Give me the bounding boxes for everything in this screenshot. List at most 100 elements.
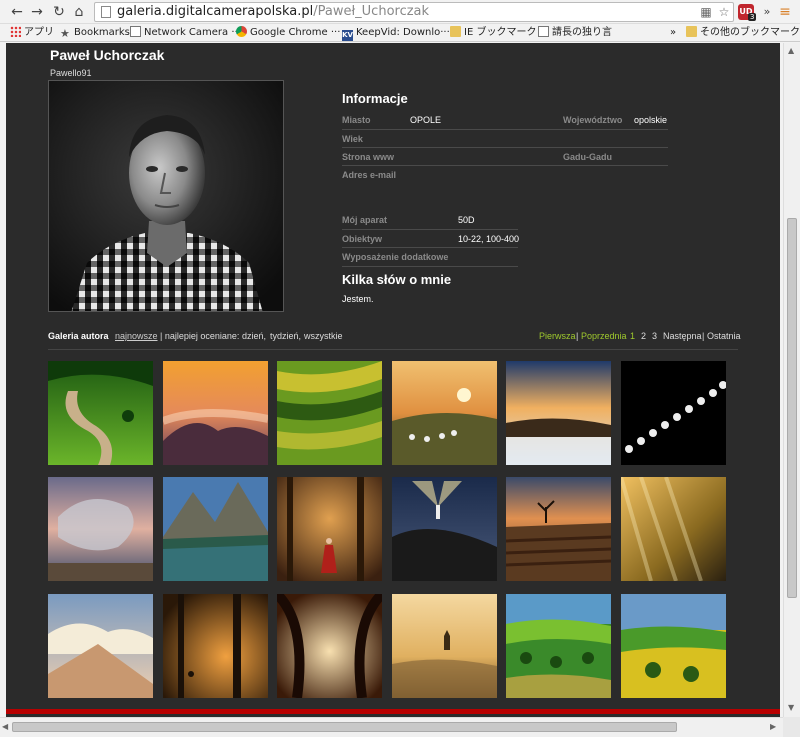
- author-name: Paweł Uchorczak: [50, 47, 165, 63]
- about-text: Jestem.: [342, 294, 374, 304]
- scroll-up-icon[interactable]: ▲: [788, 46, 794, 56]
- gallery-thumbnail[interactable]: [277, 594, 382, 698]
- camera-label: Mój aparat: [342, 215, 388, 225]
- star-icon[interactable]: ☆: [717, 5, 731, 19]
- bookmark-ie-folder[interactable]: IE ブックマーク: [450, 25, 536, 41]
- footer-bar: [6, 709, 780, 714]
- vertical-scrollbar[interactable]: ▲ ▼: [783, 43, 800, 717]
- website-label: Strona www: [342, 152, 395, 162]
- bookmark-apps[interactable]: アプリ: [10, 25, 54, 41]
- gear-divider: [342, 247, 518, 248]
- camera-value: 50D: [458, 215, 475, 225]
- gallery-thumbnail[interactable]: [163, 477, 268, 581]
- lens-value: 10-22, 100-400: [458, 234, 520, 244]
- info-divider: [342, 165, 668, 166]
- gallery-divider: [48, 349, 738, 350]
- menu-icon[interactable]: ≡: [776, 3, 794, 21]
- vertical-scroll-thumb[interactable]: [787, 218, 797, 598]
- page-prev-link[interactable]: Poprzednia: [581, 331, 627, 341]
- folder-icon: [686, 26, 697, 37]
- gallery-thumbnail[interactable]: [506, 361, 611, 465]
- address-bar[interactable]: galeria.digitalcamerapolska.pl/Paweł_Uch…: [94, 2, 734, 22]
- horizontal-scroll-thumb[interactable]: [12, 722, 677, 732]
- info-heading: Informacje: [342, 91, 408, 106]
- extension-badge: 3: [748, 13, 757, 21]
- bookmark-network-camera[interactable]: Network Camera ···: [130, 25, 241, 41]
- sort-day-link[interactable]: dzień,: [242, 331, 266, 341]
- gallery-thumbnail[interactable]: [48, 361, 153, 465]
- other-bookmarks[interactable]: その他のブックマーク: [686, 25, 800, 41]
- age-label: Wiek: [342, 134, 363, 144]
- sort-all-link[interactable]: wszystkie: [304, 331, 343, 341]
- gallery-thumbnail[interactable]: [48, 477, 153, 581]
- city-value: OPOLE: [410, 115, 442, 125]
- chrome-icon: [236, 26, 247, 37]
- bookmark-bookmarks[interactable]: ★ Bookmarks: [60, 25, 130, 41]
- page-viewport: Paweł Uchorczak Pawello91 Informacje Mia…: [0, 43, 783, 717]
- translate-icon[interactable]: ▦: [699, 5, 713, 19]
- gallery-thumbnail[interactable]: [392, 477, 497, 581]
- url-text[interactable]: galeria.digitalcamerapolska.pl/Paweł_Uch…: [117, 4, 429, 20]
- gallery-thumbnail[interactable]: [392, 361, 497, 465]
- gallery-thumbnail[interactable]: [163, 361, 268, 465]
- gallery-thumbnail[interactable]: [163, 594, 268, 698]
- info-divider: [342, 129, 668, 130]
- page-icon: [101, 6, 111, 18]
- bookmarks-bar: アプリ ★ Bookmarks Network Camera ··· Google…: [0, 24, 800, 42]
- gallery-thumbnail[interactable]: [621, 361, 726, 465]
- sort-week-link[interactable]: tydzień,: [270, 331, 301, 341]
- gear-divider: [342, 266, 518, 267]
- sort-newest-link[interactable]: najnowsze: [115, 331, 158, 341]
- scroll-down-icon[interactable]: ▼: [788, 703, 794, 713]
- bookmark-blog[interactable]: 請長の独り言: [538, 25, 612, 41]
- back-icon[interactable]: ←: [8, 3, 26, 21]
- extensions-overflow-icon[interactable]: »: [758, 3, 776, 21]
- lens-label: Obiektyw: [342, 234, 383, 244]
- browser-toolbar: ← → ↻ ⌂ galeria.digitalcamerapolska.pl/P…: [0, 0, 800, 24]
- author-photo: [48, 80, 284, 312]
- page-first-link[interactable]: Pierwsza: [539, 331, 576, 341]
- gallery-thumbnail[interactable]: [506, 594, 611, 698]
- scroll-right-icon[interactable]: ▶: [770, 722, 776, 732]
- author-username: Pawello91: [50, 68, 92, 78]
- page-icon: [538, 26, 549, 37]
- gallery-thumbnail[interactable]: [621, 477, 726, 581]
- gallery-header: Galeria autora najnowsze | najlepiej oce…: [48, 331, 741, 345]
- bookmarks-overflow[interactable]: »: [670, 25, 676, 41]
- scroll-left-icon[interactable]: ◀: [2, 722, 8, 732]
- page-3-link[interactable]: 3: [652, 331, 657, 341]
- city-label: Miasto: [342, 115, 371, 125]
- info-divider: [342, 147, 668, 148]
- forward-icon[interactable]: →: [28, 3, 46, 21]
- gallery-title: Galeria autora: [48, 331, 109, 341]
- page-1-link[interactable]: 1: [630, 331, 635, 341]
- best-rated-label: | najlepiej oceniane:: [160, 331, 240, 341]
- region-value: opolskie: [634, 115, 668, 125]
- gallery-thumbnail[interactable]: [277, 477, 382, 581]
- about-heading: Kilka słów o mnie: [342, 272, 452, 287]
- pagination-divider: |: [576, 331, 579, 341]
- apps-icon: [10, 26, 21, 37]
- home-icon[interactable]: ⌂: [70, 3, 88, 21]
- gallery-thumbnail[interactable]: [506, 477, 611, 581]
- reload-icon[interactable]: ↻: [50, 3, 68, 21]
- folder-icon: [450, 26, 461, 37]
- gallery-thumbnail[interactable]: [392, 594, 497, 698]
- bookmark-keepvid[interactable]: KV KeepVid: Downlo···: [342, 25, 450, 41]
- gallery-thumbnail[interactable]: [48, 594, 153, 698]
- page-last-link[interactable]: Ostatnia: [707, 331, 741, 341]
- gear-divider: [342, 229, 518, 230]
- keepvid-icon: KV: [342, 30, 353, 41]
- scrollbar-corner: [783, 717, 800, 737]
- gallery-thumbnail[interactable]: [621, 594, 726, 698]
- pagination-divider: |: [702, 331, 705, 341]
- profile-page: Paweł Uchorczak Pawello91 Informacje Mia…: [6, 43, 780, 717]
- horizontal-scrollbar[interactable]: ◀ ▶: [0, 717, 783, 737]
- page-2-link[interactable]: 2: [641, 331, 646, 341]
- bookmark-google-chrome[interactable]: Google Chrome ···: [236, 25, 340, 41]
- accessories-label: Wyposażenie dodatkowe: [342, 252, 449, 262]
- gadu-gadu-label: Gadu-Gadu: [563, 152, 612, 162]
- gallery-thumbnail[interactable]: [277, 361, 382, 465]
- page-next-link[interactable]: Następna: [663, 331, 702, 341]
- star-icon: ★: [60, 27, 70, 40]
